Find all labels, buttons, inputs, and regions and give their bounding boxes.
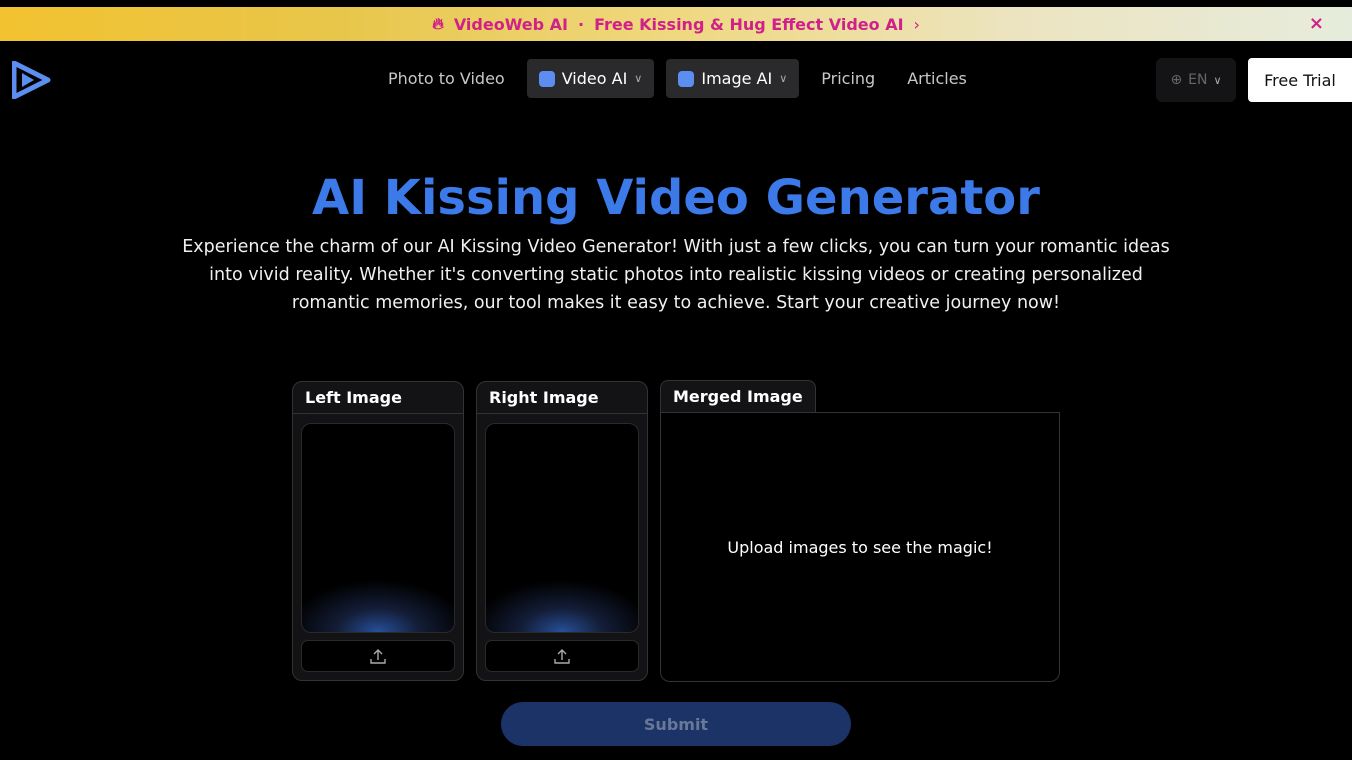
page-description: Experience the charm of our AI Kissing V… <box>182 237 1170 313</box>
banner-brand: VideoWeb AI <box>453 14 568 34</box>
chevron-down-icon: ∨ <box>1213 73 1222 87</box>
upload-icon <box>370 649 386 664</box>
promo-banner[interactable]: 🔥︎ VideoWeb AI · Free Kissing & Hug Effe… <box>0 7 1352 41</box>
right-upload-button[interactable] <box>485 640 639 672</box>
navbar: Photo to Video Video AI ∨ Image AI ∨ Prici… <box>0 41 1352 119</box>
page-title: AI Kissing Video Generator <box>312 170 1040 226</box>
logo[interactable] <box>11 60 52 103</box>
merged-placeholder: Upload images to see the magic! <box>727 537 993 557</box>
video-icon <box>538 70 555 87</box>
nav-pricing[interactable]: Pricing <box>811 59 885 98</box>
globe-icon: ⊕ <box>1170 72 1183 88</box>
flame-icon: 🔥︎ <box>432 14 444 33</box>
banner-text[interactable]: Free Kissing & Hug Effect Video AI <box>594 15 903 34</box>
nav-image-ai[interactable]: Image AI ∨ <box>666 59 800 98</box>
merged-image-label: Merged Image <box>660 380 816 413</box>
chevron-down-icon: ∨ <box>779 72 788 85</box>
submit-button[interactable]: Submit <box>501 702 851 746</box>
upload-icon <box>554 649 570 664</box>
left-image-card: Left Image <box>292 381 464 681</box>
chevron-right-icon: › <box>913 14 920 34</box>
close-icon[interactable]: × <box>1309 13 1324 34</box>
nav-video-ai[interactable]: Video AI ∨ <box>526 59 655 98</box>
left-upload-button[interactable] <box>301 640 455 672</box>
language-select[interactable]: ⊕ EN ∨ <box>1156 58 1236 102</box>
free-trial-button[interactable]: Free Trial <box>1248 58 1352 102</box>
right-image-label: Right Image <box>477 382 647 414</box>
left-image-label: Left Image <box>293 382 463 414</box>
banner-separator: · <box>577 14 585 34</box>
nav-articles[interactable]: Articles <box>897 59 977 98</box>
merged-image-preview: Upload images to see the magic! <box>660 412 1060 682</box>
image-icon <box>678 70 695 87</box>
nav-photo-to-video[interactable]: Photo to Video <box>378 59 515 98</box>
right-image-card: Right Image <box>476 381 648 681</box>
right-image-dropzone[interactable] <box>485 423 639 633</box>
chevron-down-icon: ∨ <box>634 72 643 85</box>
left-image-dropzone[interactable] <box>301 423 455 633</box>
